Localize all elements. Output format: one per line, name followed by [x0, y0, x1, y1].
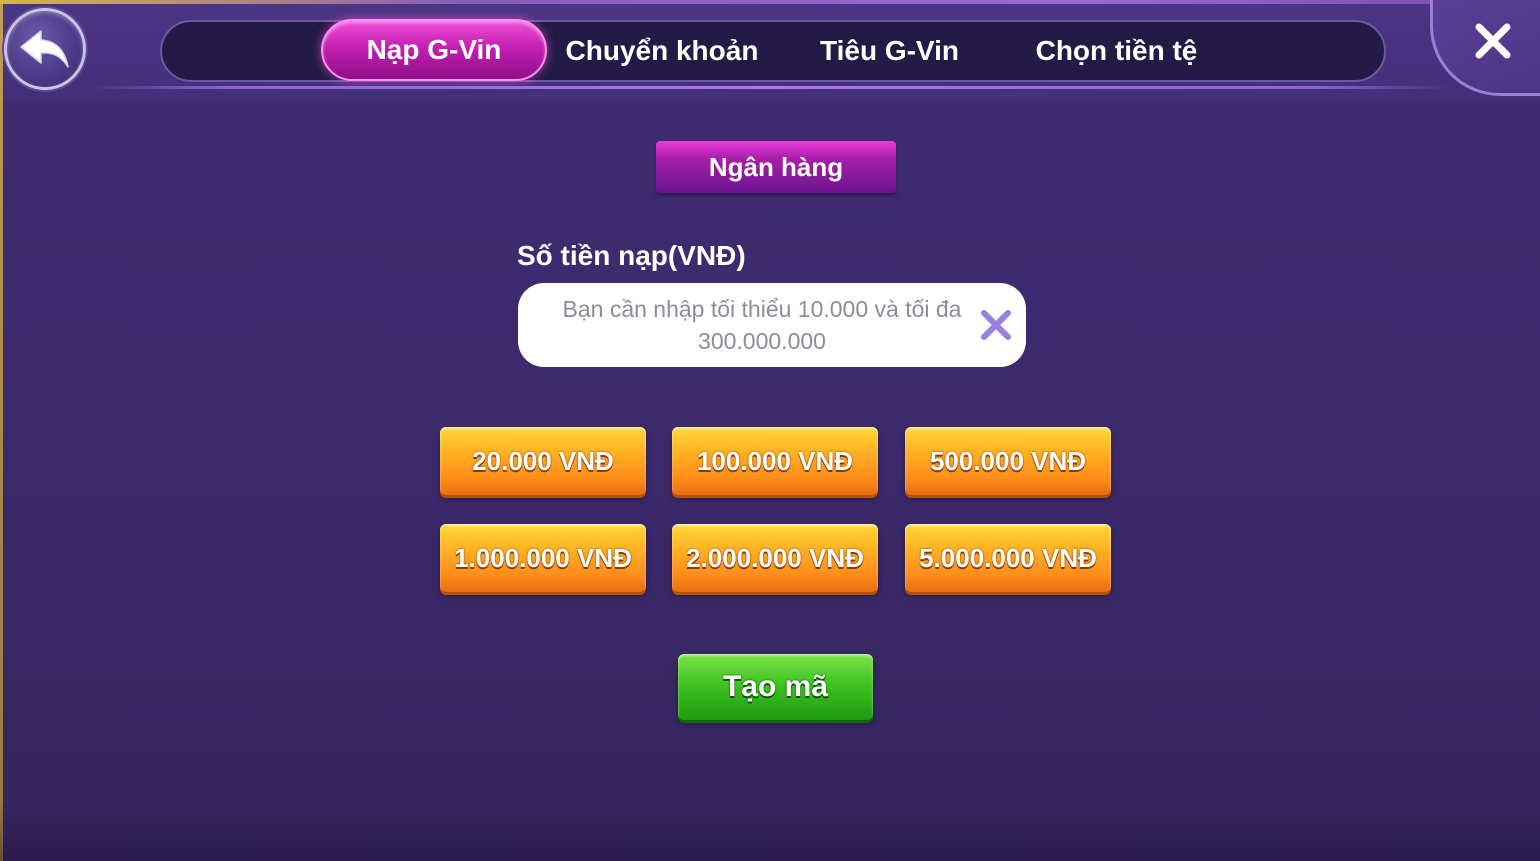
amount-label: Số tiền nạp(VNĐ) [517, 240, 746, 271]
tab-chon-tien-te[interactable]: Chọn tiền tệ [1024, 22, 1209, 80]
amount-placeholder-line2: 300.000.000 [698, 328, 826, 354]
tab-nap-gvin[interactable]: Nạp G-Vin [321, 19, 547, 81]
tab-bar: Nạp G-Vin Chuyển khoản Tiêu G-Vin Chọn t… [160, 19, 1386, 82]
back-button[interactable] [4, 8, 86, 90]
header-divider [90, 86, 1450, 89]
amount-input[interactable]: Bạn cần nhập tối thiểu 10.000 và tối đa … [518, 283, 1026, 367]
preset-amount-button[interactable]: 20.000 VNĐ [440, 427, 646, 495]
payment-method-badge[interactable]: Ngân hàng [656, 141, 896, 193]
close-icon [1475, 23, 1510, 58]
tab-tieu-gvin[interactable]: Tiêu G-Vin [802, 22, 977, 80]
create-code-button[interactable]: Tạo mã [678, 654, 873, 720]
preset-amount-button[interactable]: 500.000 VNĐ [905, 427, 1111, 495]
clear-input-icon [981, 310, 1011, 340]
amount-placeholder-line1: Bạn cần nhập tối thiểu 10.000 và tối đa [562, 296, 962, 322]
preset-amount-button[interactable]: 5.000.000 VNĐ [905, 524, 1111, 592]
amount-placeholder: Bạn cần nhập tối thiểu 10.000 và tối đa … [532, 293, 992, 357]
bottom-shade [0, 800, 1540, 861]
tab-chuyen-khoan[interactable]: Chuyển khoản [562, 22, 762, 80]
back-arrow-icon [20, 30, 69, 68]
preset-amount-button[interactable]: 2.000.000 VNĐ [672, 524, 878, 592]
top-border [0, 0, 1540, 4]
preset-amount-button[interactable]: 1.000.000 VNĐ [440, 524, 646, 592]
recharge-dialog: Nạp G-Vin Chuyển khoản Tiêu G-Vin Chọn t… [0, 0, 1540, 861]
clear-input-button[interactable] [978, 307, 1014, 343]
preset-amount-button[interactable]: 100.000 VNĐ [672, 427, 878, 495]
left-border [0, 0, 3, 861]
